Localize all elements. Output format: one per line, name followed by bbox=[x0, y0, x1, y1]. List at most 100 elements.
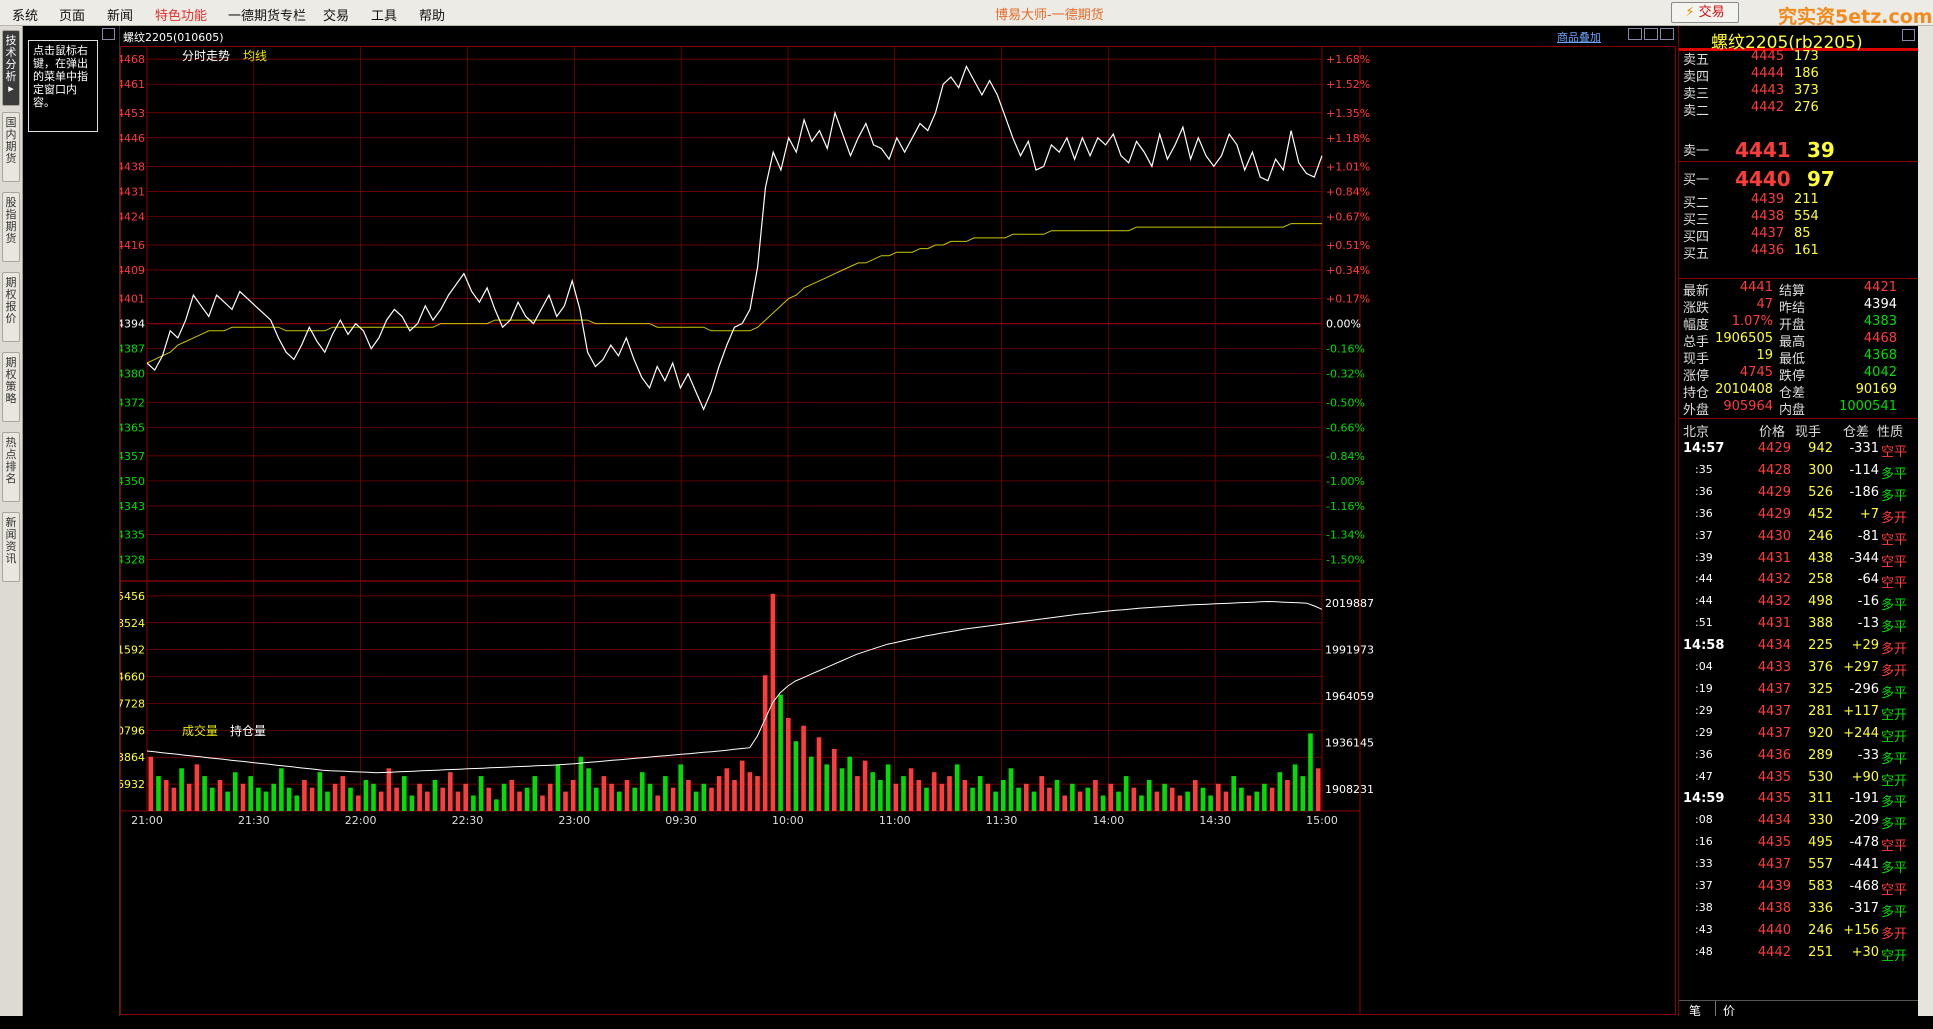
volume-bar bbox=[317, 772, 323, 811]
volume-bar bbox=[617, 791, 622, 811]
volume-bar bbox=[217, 780, 223, 811]
menu-special[interactable]: 特色功能 bbox=[155, 5, 207, 24]
bid-label: 买五 bbox=[1683, 247, 1710, 262]
trade-button[interactable]: ⚡ 交易 bbox=[1671, 2, 1739, 23]
watermark-logo: 究实资5etz.com bbox=[1778, 6, 1933, 28]
tick-time: :47 bbox=[1695, 769, 1713, 783]
menu-system[interactable]: 系统 bbox=[12, 5, 38, 24]
ask-row: 卖三 4443 373 bbox=[1679, 83, 1919, 102]
volume-bar bbox=[163, 780, 169, 811]
volume-bar bbox=[778, 694, 783, 811]
tick-volume: 325 bbox=[1808, 681, 1833, 697]
tab-option-strategy[interactable]: 期权策略 bbox=[2, 352, 20, 422]
window-icon[interactable] bbox=[1628, 28, 1642, 40]
tick-nature: 多平 bbox=[1881, 488, 1908, 504]
bid-label: 买一 bbox=[1683, 173, 1710, 188]
price-tick-label: 4372 bbox=[120, 396, 145, 409]
volume-bar bbox=[1154, 791, 1160, 811]
tick-volume: 225 bbox=[1808, 638, 1833, 654]
menu-column[interactable]: 一德期货专栏 bbox=[228, 5, 306, 24]
volume-bar bbox=[793, 741, 799, 811]
volume-bar bbox=[1039, 776, 1044, 811]
tick-oi-change: +7 bbox=[1859, 506, 1879, 522]
tick-volume: 258 bbox=[1808, 572, 1833, 588]
overlay-link[interactable]: 商品叠加 bbox=[1557, 29, 1601, 45]
tab-news-info[interactable]: 新闻资讯 bbox=[2, 512, 20, 582]
volume-bar bbox=[478, 776, 484, 811]
volume-bar bbox=[409, 795, 415, 811]
restore-icon[interactable] bbox=[102, 28, 115, 40]
menu-bar: 系统 页面 新闻 特色功能 一德期货专栏 交易 工具 帮助 博易大师-一德期货 … bbox=[0, 0, 1933, 28]
tick-volume: 330 bbox=[1808, 813, 1833, 829]
tick-oi-change: -344 bbox=[1849, 550, 1879, 566]
price-tick-label: 4328 bbox=[120, 554, 145, 567]
stat-row: 涨跌 47 昨结 4394 bbox=[1679, 297, 1919, 316]
tick-time: :36 bbox=[1695, 506, 1713, 520]
volume-bar bbox=[847, 756, 852, 811]
right-scrollbar[interactable] bbox=[1918, 26, 1933, 1016]
volume-bar bbox=[655, 795, 660, 811]
tab-domestic-futures[interactable]: 国内期货 bbox=[2, 112, 20, 182]
tick-row: :39 4431 438 -344 空平 bbox=[1679, 550, 1919, 570]
bottom-tabs: 笔 价 bbox=[1679, 1000, 1919, 1018]
menu-help[interactable]: 帮助 bbox=[419, 5, 445, 24]
volume-bar bbox=[1070, 783, 1075, 811]
price-tick-label: 4401 bbox=[120, 293, 145, 306]
tab-index-futures[interactable]: 股指期货 bbox=[2, 192, 20, 262]
bid-row: 买一 4440 97 bbox=[1679, 167, 1919, 191]
volume-bar bbox=[908, 768, 914, 811]
volume-bar bbox=[1177, 795, 1183, 811]
ask-volume: 173 bbox=[1794, 49, 1819, 64]
tab-option-quotes[interactable]: 期权报价 bbox=[2, 272, 20, 342]
restore-icon[interactable] bbox=[1902, 29, 1915, 41]
price-tick-label: 4350 bbox=[120, 475, 145, 488]
volume-bar bbox=[1200, 787, 1206, 811]
volume-bar bbox=[732, 780, 737, 811]
tick-nature: 多平 bbox=[1881, 904, 1908, 920]
menu-tools[interactable]: 工具 bbox=[371, 5, 397, 24]
tick-time: :19 bbox=[1695, 681, 1713, 695]
intraday-chart[interactable]: 4468 +1.68% 4461 +1.52% 4453 +1.35% 4446 +1.18%… bbox=[120, 46, 1676, 1016]
menu-page[interactable]: 页面 bbox=[59, 5, 85, 24]
volume-bar bbox=[1001, 780, 1006, 811]
tick-price: 4442 bbox=[1757, 944, 1791, 960]
volume-bar bbox=[1146, 780, 1152, 811]
volume-bar bbox=[1277, 772, 1283, 811]
time-tick-label: 21:00 bbox=[131, 814, 163, 827]
volume-bar bbox=[1031, 791, 1037, 811]
volume-bar bbox=[1062, 795, 1067, 811]
tick-col-price: 价格 bbox=[1759, 425, 1786, 440]
tab-technical-analysis[interactable]: 技术分析 ▸ bbox=[2, 30, 20, 106]
tick-row: :29 4437 281 +117 空开 bbox=[1679, 703, 1919, 723]
tick-row: :43 4440 246 +156 多开 bbox=[1679, 923, 1919, 942]
tab-hot-ranking[interactable]: 热点排名 bbox=[2, 432, 20, 502]
tick-volume: 530 bbox=[1808, 769, 1833, 785]
tick-volume: 376 bbox=[1808, 660, 1833, 675]
bid-price: 4440 bbox=[1735, 167, 1791, 191]
ask-row: 卖四 4444 186 bbox=[1679, 66, 1919, 85]
tick-volume: 388 bbox=[1808, 616, 1833, 632]
tick-oi-change: +117 bbox=[1843, 703, 1879, 719]
tick-row: :44 4432 498 -16 多平 bbox=[1679, 594, 1919, 613]
volume-bar bbox=[563, 791, 568, 811]
tick-oi-change: -13 bbox=[1857, 616, 1879, 632]
volume-bar bbox=[632, 787, 637, 811]
window-icon[interactable] bbox=[1644, 28, 1658, 40]
tick-row: :48 4442 251 +30 空开 bbox=[1679, 944, 1919, 964]
pct-tick-label: +1.01% bbox=[1326, 160, 1370, 173]
volume-bar bbox=[1185, 791, 1190, 811]
volume-bar bbox=[363, 780, 369, 811]
volume-bar bbox=[686, 780, 691, 811]
volume-bar bbox=[286, 787, 292, 811]
window-icon[interactable] bbox=[1660, 28, 1674, 40]
tick-row: :37 4439 583 -468 空平 bbox=[1679, 879, 1919, 898]
pct-tick-label: -0.84% bbox=[1326, 450, 1365, 463]
volume-bar bbox=[371, 783, 376, 811]
tick-price: 4429 bbox=[1757, 506, 1791, 522]
pct-tick-label: -1.50% bbox=[1326, 554, 1365, 567]
menu-news[interactable]: 新闻 bbox=[107, 5, 133, 24]
volume-bar bbox=[609, 783, 614, 811]
pct-tick-label: -1.16% bbox=[1326, 500, 1365, 513]
menu-trade[interactable]: 交易 bbox=[323, 5, 349, 24]
tick-nature: 多开 bbox=[1881, 926, 1908, 942]
